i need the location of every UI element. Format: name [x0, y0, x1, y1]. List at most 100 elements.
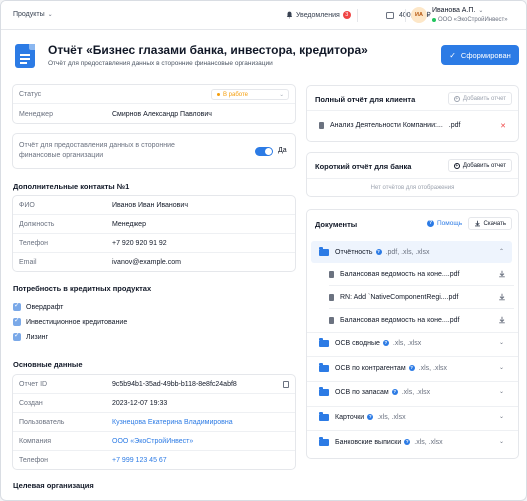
folder-row[interactable]: ОСВ по контрагентам ? .xls, .xlsx ⌄: [311, 357, 512, 379]
credit-option[interactable]: Овердрафт: [13, 301, 63, 311]
folder-ext: .xls, .xlsx: [377, 413, 406, 421]
download-button[interactable]: Скачать: [467, 217, 512, 230]
page-subtitle: Отчёт для предоставления данных в сторон…: [48, 60, 273, 67]
empty-state: Нет отчётов для отображения: [370, 185, 455, 191]
checkbox-checked-icon[interactable]: [13, 301, 21, 311]
download-icon[interactable]: [498, 270, 506, 278]
file-ext: .pdf: [447, 316, 460, 324]
file-ext: .pdf: [446, 293, 459, 301]
download-icon[interactable]: [498, 293, 506, 301]
chevron-up-icon[interactable]: ⌃: [499, 248, 504, 255]
info-icon[interactable]: ?: [391, 389, 398, 395]
data-label: Пользователь: [19, 419, 65, 426]
folder-row[interactable]: Отчётность ? .pdf, .xls, .xlsx ⌃: [311, 241, 512, 263]
data-label: Отчет ID: [19, 381, 48, 388]
avatar[interactable]: ИА: [411, 7, 427, 23]
generated-button[interactable]: ✓ Сформирован: [441, 45, 519, 65]
divider: [405, 9, 406, 22]
status-card: Статус В работе ⌄ Менеджер Смирнов Алекс…: [12, 84, 296, 124]
info-icon[interactable]: ?: [375, 249, 382, 255]
chevron-down-icon: ⌄: [478, 8, 484, 14]
toggle-text: Отчёт для предоставления данных в сторон…: [19, 142, 175, 159]
plus-icon: +: [453, 162, 460, 169]
folder-icon: [319, 387, 329, 396]
help-label: Помощь: [437, 220, 463, 227]
checkbox-checked-icon[interactable]: [13, 316, 21, 326]
products-menu[interactable]: Продукты ⌄: [13, 11, 53, 18]
info-icon[interactable]: ?: [382, 340, 389, 346]
credit-option[interactable]: Инвестиционное кредитование: [13, 316, 127, 326]
add-report-label: Добавить отчет: [462, 95, 506, 102]
plus-icon: +: [453, 95, 460, 102]
checkbox-checked-icon[interactable]: [13, 331, 21, 341]
close-icon[interactable]: ✕: [500, 122, 506, 130]
status-select[interactable]: В работе ⌄: [211, 89, 289, 100]
list-item[interactable]: Анализ Деятельности Компании:... .pdf: [319, 122, 460, 129]
company-link[interactable]: ООО «ЭкоСтройИнвест»: [112, 438, 193, 445]
file-name: RN: Add `NativeComponentRegi...: [340, 293, 447, 301]
short-report-title: Короткий отчёт для банка: [315, 162, 412, 171]
folder-row[interactable]: ОСВ сводные ? .xls, .xlsx ⌄: [311, 332, 512, 354]
chevron-down-icon[interactable]: ⌄: [499, 388, 504, 395]
financial-orgs-toggle[interactable]: [255, 147, 273, 156]
status-label: Статус: [19, 91, 42, 98]
data-label: Телефон: [19, 457, 49, 464]
table-row: Компания ООО «ЭкоСтройИнвест»: [13, 432, 295, 451]
chevron-down-icon: ⌄: [47, 12, 53, 18]
phone-link[interactable]: +7 999 123 45 67: [112, 457, 167, 464]
add-report-label: Добавить отчет: [462, 162, 506, 169]
data-label: Создан: [19, 400, 43, 407]
documents-title: Документы: [315, 220, 358, 229]
table-row: Отчет ID 9c5b94b1-35ad-49bb-b118-8e8fc24…: [13, 375, 295, 394]
table-row: Пользователь Кузнецова Екатерина Владими…: [13, 413, 295, 432]
full-report-title: Полный отчёт для клиента: [315, 95, 416, 104]
file-ext: .pdf: [448, 122, 461, 129]
user-menu[interactable]: Иванова А.П. ⌄: [432, 7, 483, 14]
credit-needs-title: Потребность в кредитных продуктах: [13, 284, 152, 293]
page-title: Отчёт «Бизнес глазами банка, инвестора, …: [48, 43, 368, 57]
chevron-down-icon[interactable]: ⌄: [499, 364, 504, 371]
folder-row[interactable]: ОСВ по запасам ? .xls, .xlsx ⌄: [311, 381, 512, 403]
file-icon: [329, 270, 334, 278]
info-icon[interactable]: ?: [404, 439, 411, 445]
check-icon: ✓: [449, 50, 456, 60]
folder-name: Карточки: [335, 413, 365, 421]
status-value: В работе: [223, 92, 249, 98]
chevron-down-icon[interactable]: ⌄: [499, 438, 504, 445]
app-window: Продукты⌄ Уведомления 3 400,000 ₽ ИА Ива…: [0, 0, 527, 501]
list-item[interactable]: RN: Add `NativeComponentRegi... .pdf: [329, 286, 514, 308]
folder-ext: .xls, .xlsx: [392, 339, 422, 347]
table-row: ФИО Иванов Иван Иванович: [13, 196, 295, 215]
add-short-report-button[interactable]: + Добавить отчет: [447, 159, 512, 172]
folder-name: ОСВ по контрагентам: [335, 364, 406, 372]
folder-ext: .pdf, .xls, .xlsx: [385, 248, 430, 256]
chevron-down-icon[interactable]: ⌄: [499, 413, 504, 420]
contact-value: Иванов Иван Иванович: [112, 202, 188, 209]
info-icon[interactable]: ?: [408, 365, 415, 371]
user-org-name: ООО «ЭкоСтройИнвест»: [438, 17, 508, 23]
list-item[interactable]: Балансовая ведомость на коне... .pdf: [329, 309, 514, 331]
divider: [307, 110, 518, 111]
credit-option[interactable]: Лизинг: [13, 331, 48, 341]
help-link[interactable]: ? Помощь: [427, 220, 462, 227]
basic-data-card: Отчет ID 9c5b94b1-35ad-49bb-b118-8e8fc24…: [12, 374, 296, 470]
documents-card: Документы ? Помощь Скачать Отчётность ? .…: [306, 209, 519, 459]
contact-label: Телефон: [19, 240, 49, 247]
download-icon[interactable]: [498, 316, 506, 324]
add-full-report-button[interactable]: + Добавить отчет: [447, 92, 512, 105]
info-icon[interactable]: ?: [367, 414, 374, 420]
file-icon: [329, 293, 334, 301]
file-icon: [329, 316, 334, 324]
folder-row[interactable]: Банковские выписки ? .xls, .xlsx ⌄: [311, 431, 512, 453]
copy-icon[interactable]: [283, 381, 289, 388]
question-icon: ?: [427, 220, 434, 227]
chevron-down-icon[interactable]: ⌄: [499, 339, 504, 346]
notifications-button[interactable]: Уведомления 3: [286, 11, 351, 19]
list-item[interactable]: Балансовая ведомость на коне... .pdf: [329, 263, 514, 285]
folder-icon: [319, 412, 329, 421]
table-row: Телефон +7 920 920 91 92: [13, 234, 295, 253]
user-org: ООО «ЭкоСтройИнвест»: [432, 17, 508, 23]
user-link[interactable]: Кузнецова Екатерина Владимировна: [112, 419, 233, 426]
online-indicator: [432, 18, 436, 22]
folder-row[interactable]: Карточки ? .xls, .xlsx ⌄: [311, 406, 512, 428]
